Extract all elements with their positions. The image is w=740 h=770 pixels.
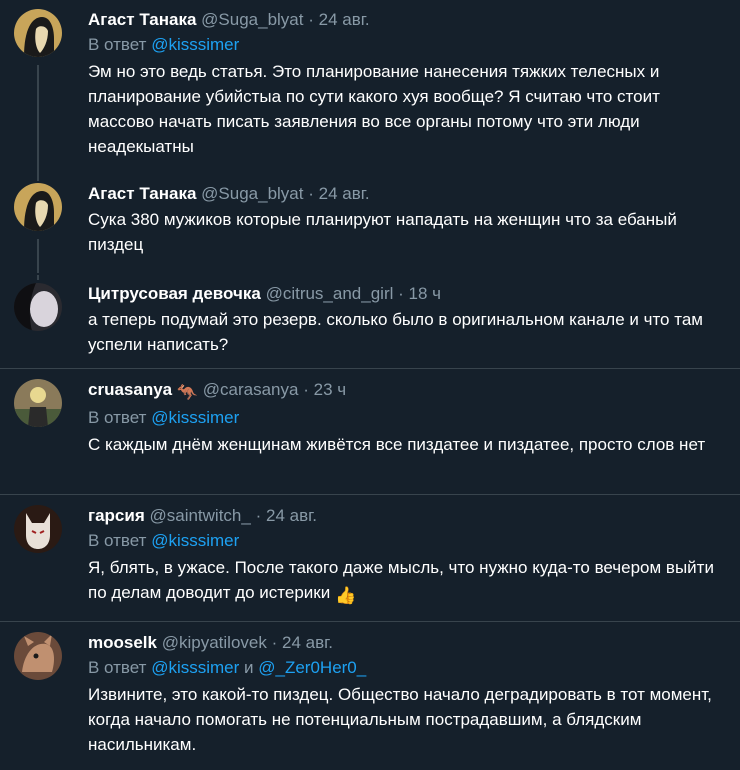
separator-dot: · <box>255 506 262 525</box>
user-handle[interactable]: @Suga_blyat <box>201 10 303 29</box>
tweet-text-body: Я, блять, в ужасе. После такого даже мыс… <box>88 558 714 602</box>
reply-prefix: В ответ <box>88 658 147 677</box>
mention-link[interactable]: @kisssimer <box>151 658 239 677</box>
user-handle[interactable]: @citrus_and_girl <box>266 284 394 303</box>
timestamp[interactable]: 24 авг. <box>282 633 333 652</box>
reply-prefix: В ответ <box>88 531 147 550</box>
separator-dot: · <box>271 633 278 652</box>
tweet[interactable]: Цитрусовая девочка @citrus_and_girl · 18… <box>0 275 740 369</box>
tweet-header: Агаст Танака @Suga_blyat · 24 авг. <box>88 183 724 205</box>
kangaroo-emoji-icon: 🦘 <box>176 383 199 402</box>
tweet[interactable]: Агаст Танака @Suga_blyat · 24 авг. В отв… <box>0 0 740 177</box>
tweet-text: С каждым днём женщинам живётся все пизда… <box>88 435 706 454</box>
timestamp[interactable]: 24 авг. <box>319 10 370 29</box>
avatar[interactable] <box>14 505 62 553</box>
tweet-header: cruasanya 🦘 @carasanya · 23 ч <box>88 379 724 404</box>
thread-line <box>37 65 39 177</box>
avatar[interactable] <box>14 9 62 57</box>
timestamp[interactable]: 18 ч <box>409 284 442 303</box>
display-name[interactable]: cruasanya <box>88 380 172 399</box>
tweet-header: mooselk @kipyatilovek · 24 авг. <box>88 632 724 654</box>
tweet[interactable]: Агаст Танака @Suga_blyat · 24 авг. Сука … <box>0 175 740 275</box>
tweet-text: Извините, это какой-то пиздец. Общество … <box>88 685 712 754</box>
thread-line <box>37 175 39 181</box>
avatar[interactable] <box>14 632 62 680</box>
tweet-text: Эм но это ведь статья. Это планирование … <box>88 62 660 156</box>
reply-context: В ответ @kisssimer и @_Zer0Her0_ <box>88 656 724 680</box>
timestamp[interactable]: 24 авг. <box>266 506 317 525</box>
mention-link[interactable]: @_Zer0Her0_ <box>258 658 366 677</box>
reply-prefix: В ответ <box>88 408 147 427</box>
avatar-image-icon <box>14 183 62 231</box>
display-name[interactable]: гарсия <box>88 506 145 525</box>
avatar-image-icon <box>14 379 62 427</box>
timestamp[interactable]: 24 авг. <box>319 184 370 203</box>
user-handle[interactable]: @saintwitch_ <box>149 506 250 525</box>
user-handle[interactable]: @carasanya <box>203 380 299 399</box>
mention-link[interactable]: @kisssimer <box>151 35 239 54</box>
tweet-text: Я, блять, в ужасе. После такого даже мыс… <box>88 555 724 608</box>
tweet-header: гарсия @saintwitch_ · 24 авг. <box>88 505 724 527</box>
thread-line <box>37 275 39 280</box>
tweet-text: Сука 380 мужиков которые планируют напад… <box>88 210 677 254</box>
tweet-text: а теперь подумай это резерв. сколько был… <box>88 310 703 354</box>
user-handle[interactable]: @Suga_blyat <box>201 184 303 203</box>
separator-dot: · <box>398 284 404 303</box>
avatar[interactable] <box>14 283 62 331</box>
user-handle[interactable]: @kipyatilovek <box>162 633 267 652</box>
mention-link[interactable]: @kisssimer <box>151 408 239 427</box>
display-name[interactable]: Агаст Танака <box>88 10 196 29</box>
reply-context: В ответ @kisssimer <box>88 33 724 57</box>
tweet-header: Агаст Танака @Suga_blyat · 24 авг. <box>88 9 724 31</box>
avatar-image-icon <box>14 283 62 331</box>
display-name[interactable]: Цитрусовая девочка <box>88 284 261 303</box>
avatar-image-icon <box>14 505 62 553</box>
separator-dot: · <box>308 10 314 29</box>
tweet[interactable]: гарсия @saintwitch_ · 24 авг. В ответ @k… <box>0 495 740 622</box>
mention-link[interactable]: @kisssimer <box>151 531 239 550</box>
timestamp[interactable]: 23 ч <box>314 380 347 399</box>
avatar-image-icon <box>14 9 62 57</box>
avatar[interactable] <box>14 379 62 427</box>
thread-line <box>37 239 39 273</box>
thumbs-up-emoji-icon: 👍 <box>334 586 357 605</box>
reply-prefix: В ответ <box>88 35 147 54</box>
separator-dot: · <box>308 184 314 203</box>
tweet-header: Цитрусовая девочка @citrus_and_girl · 18… <box>88 283 724 305</box>
reply-context: В ответ @kisssimer <box>88 406 724 430</box>
separator-dot: · <box>303 380 309 399</box>
tweet[interactable]: mooselk @kipyatilovek · 24 авг. В ответ … <box>0 622 740 754</box>
display-name[interactable]: mooselk <box>88 633 157 652</box>
reply-and: и <box>244 658 254 677</box>
display-name[interactable]: Агаст Танака <box>88 184 196 203</box>
avatar[interactable] <box>14 183 62 231</box>
reply-context: В ответ @kisssimer <box>88 529 724 553</box>
avatar-image-icon <box>14 632 62 680</box>
tweet[interactable]: cruasanya 🦘 @carasanya · 23 ч В ответ @k… <box>0 369 740 495</box>
